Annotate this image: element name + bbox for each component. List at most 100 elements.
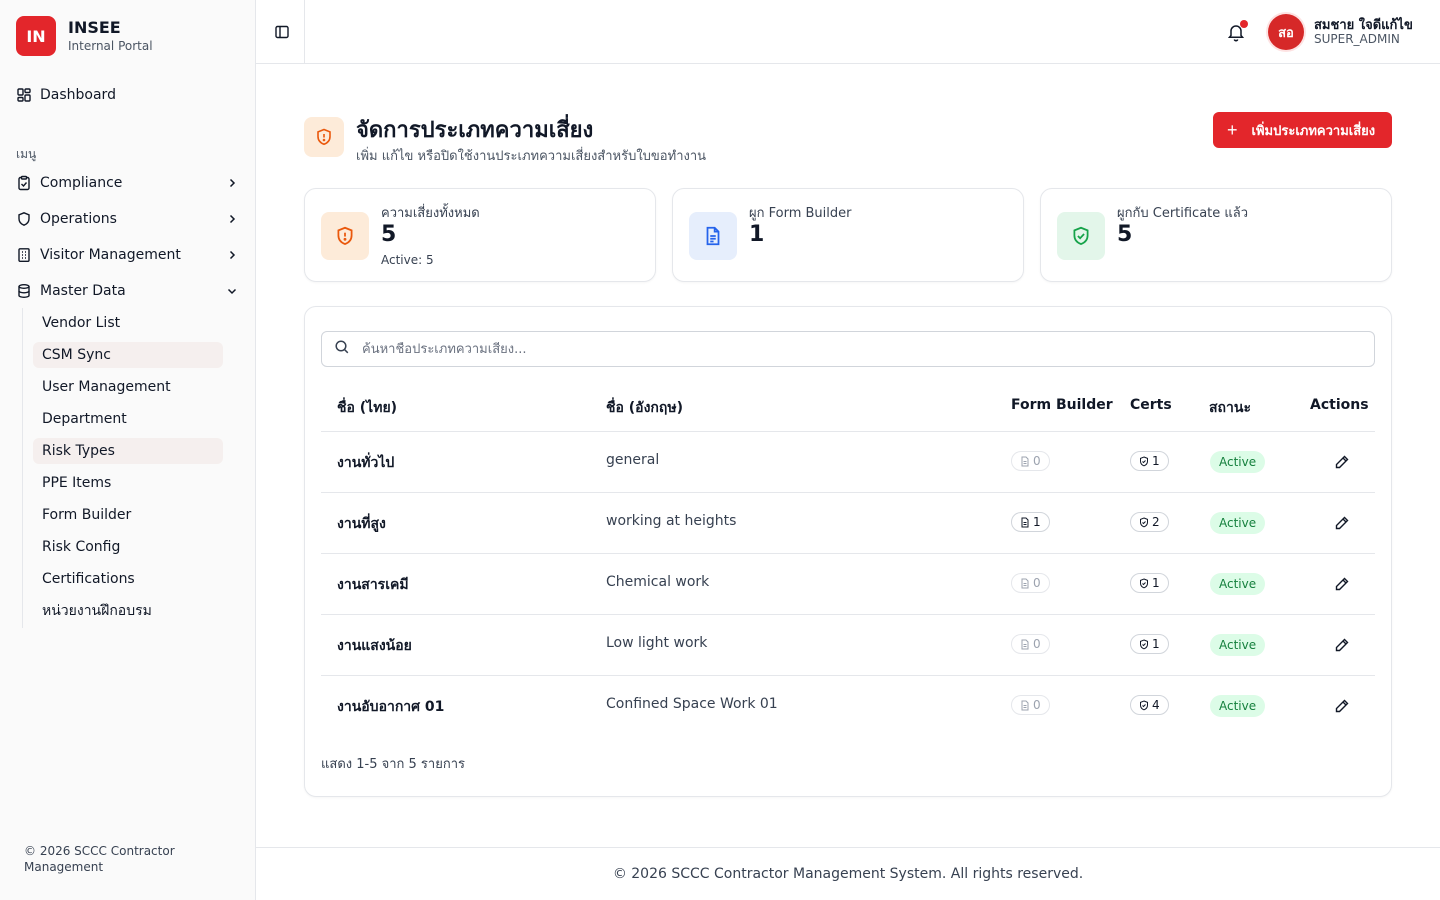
submenu-item-training-units[interactable]: หน่วยงานฝึกอบรม [33,598,223,624]
cell-name-th: งานแสงน้อย [337,638,412,654]
building-icon [16,247,32,263]
submenu-item-risk-config[interactable]: Risk Config [33,534,223,560]
notification-bell-icon[interactable] [1226,20,1248,43]
clipboard-check-icon [16,175,32,191]
risk-types-table-card: ชื่อ (ไทย) ชื่อ (อังกฤษ) Form Builder Ce… [304,306,1392,797]
user-role: SUPER_ADMIN [1314,32,1400,46]
plus-icon: + [1227,120,1238,140]
avatar[interactable]: สอ [1268,14,1304,50]
column-header-actions: Actions [1310,397,1369,413]
top-header: สอ สมชาย ใจดีแก้ไข SUPER_ADMIN [256,0,1440,64]
edit-pencil-icon[interactable] [1332,513,1352,533]
dashboard-icon [16,87,32,103]
sidebar-item-dashboard[interactable]: Dashboard [16,79,240,111]
sidebar: IN INSEE Internal Portal Dashboard เมนู … [0,0,256,900]
stat-label: ความเสี่ยงทั้งหมด [381,206,480,221]
stat-extra: Active: 5 [381,253,434,267]
shield-check-icon [1057,212,1105,260]
table-row[interactable]: งานที่สูง working at heights 1 2 Active [321,492,1375,553]
sidebar-footer: © 2026 SCCC Contractor Management [24,844,175,874]
column-header-name-en[interactable]: ชื่อ (อังกฤษ) [606,397,683,419]
form-builder-count-badge: 0 [1011,573,1050,593]
sidebar-item-master-data[interactable]: Master Data [16,275,240,307]
brand-name: INSEE [68,18,121,37]
sidebar-item-operations[interactable]: Operations [16,203,240,235]
brand[interactable]: IN INSEE Internal Portal [16,16,153,56]
database-icon [16,283,32,299]
column-header-form-builder[interactable]: Form Builder [1011,397,1113,413]
stat-card-certificates: ผูกกับ Certificate แล้ว 5 [1040,188,1392,282]
form-builder-count-badge: 0 [1011,634,1050,654]
sidebar-item-label: Compliance [40,175,123,191]
form-builder-count-badge: 0 [1011,695,1050,715]
edit-pencil-icon[interactable] [1332,635,1352,655]
submenu-item-department[interactable]: Department [33,406,223,432]
submenu-item-ppe-items[interactable]: PPE Items [33,470,223,496]
cell-name-en: Chemical work [606,574,710,590]
chevron-right-icon [224,247,240,263]
sidebar-item-label: Dashboard [40,87,116,103]
stat-value: 5 [1117,222,1133,247]
table-row[interactable]: งานทั่วไป general 0 1 Active [321,431,1375,492]
submenu-item-form-builder[interactable]: Form Builder [33,502,223,528]
notification-dot [1240,20,1248,28]
edit-pencil-icon[interactable] [1332,574,1352,594]
cell-name-th: งานอับอากาศ 01 [337,699,445,715]
table-row[interactable]: งานแสงน้อย Low light work 0 1 Active [321,614,1375,675]
column-header-status[interactable]: สถานะ [1209,397,1251,419]
document-icon [1021,456,1029,466]
alert-shield-icon [321,212,369,260]
brand-logo: IN [16,16,56,56]
document-icon [1021,517,1029,527]
chevron-down-icon [224,283,240,299]
cell-name-en: working at heights [606,513,737,529]
submenu-item-csm-sync[interactable]: CSM Sync [33,342,223,368]
certs-count-badge: 2 [1130,512,1169,532]
page-title: จัดการประเภทความเสี่ยง [356,118,594,143]
column-header-name-th[interactable]: ชื่อ (ไทย) [337,397,397,419]
shield-check-icon [1140,516,1148,527]
status-badge: Active [1210,512,1266,534]
sidebar-toggle-icon[interactable] [272,22,292,42]
chevron-right-icon [224,211,240,227]
submenu-item-user-management[interactable]: User Management [33,374,223,400]
column-header-certs[interactable]: Certs [1130,397,1172,413]
sidebar-item-visitor-management[interactable]: Visitor Management [16,239,240,271]
cell-name-th: งานสารเคมี [337,577,409,593]
chevron-right-icon [224,175,240,191]
document-icon [1021,639,1029,649]
cell-name-en: Low light work [606,635,708,651]
shield-check-icon [1140,699,1148,710]
sidebar-item-compliance[interactable]: Compliance [16,167,240,199]
certs-count-badge: 1 [1130,451,1169,471]
sidebar-item-label: Master Data [40,283,126,299]
status-badge: Active [1210,695,1266,717]
stat-value: 5 [381,222,397,247]
certs-count-badge: 1 [1130,573,1169,593]
submenu-item-vendor-list[interactable]: Vendor List [33,310,223,336]
search-input[interactable] [362,341,1342,357]
table-row[interactable]: งานสารเคมี Chemical work 0 1 Active [321,553,1375,614]
shield-check-icon [1140,455,1148,466]
table-row[interactable]: งานอับอากาศ 01 Confined Space Work 01 0 … [321,675,1375,736]
submenu-item-certifications[interactable]: Certifications [33,566,223,592]
certs-count-badge: 4 [1130,695,1169,715]
add-button-label: เพิ่มประเภทความเสี่ยง [1251,122,1376,138]
sidebar-item-label: Operations [40,211,117,227]
edit-pencil-icon[interactable] [1332,452,1352,472]
master-data-submenu: Vendor List CSM Sync User Management Dep… [22,308,234,628]
cell-name-en: Confined Space Work 01 [606,696,778,712]
add-risk-type-button[interactable]: + เพิ่มประเภทความเสี่ยง [1213,112,1392,148]
stat-card-form-builder: ผูก Form Builder 1 [672,188,1024,282]
status-badge: Active [1210,451,1266,473]
edit-pencil-icon[interactable] [1332,696,1352,716]
form-builder-count-badge: 0 [1011,451,1050,471]
submenu-item-risk-types[interactable]: Risk Types [33,438,223,464]
search-box [321,331,1375,367]
stat-label: ผูก Form Builder [749,206,852,221]
stat-card-total-risks: ความเสี่ยงทั้งหมด 5 Active: 5 [304,188,656,282]
pagination-info: แสดง 1-5 จาก 5 รายการ [321,757,465,772]
search-icon [334,339,350,359]
cell-name-th: งานที่สูง [337,516,386,532]
certs-count-badge: 1 [1130,634,1169,654]
